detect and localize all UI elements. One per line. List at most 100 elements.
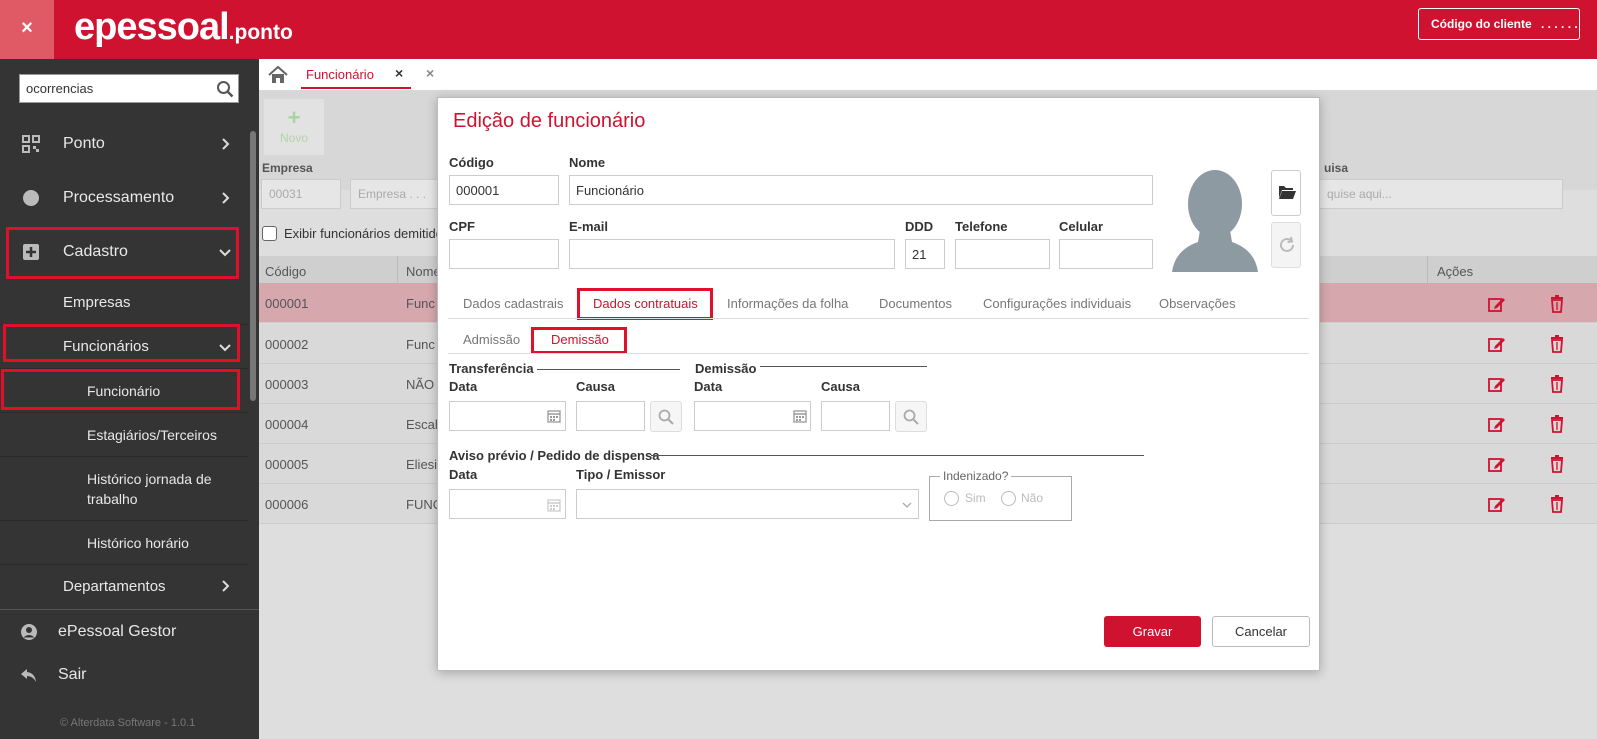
tab-informacoes-folha[interactable]: Informações da folha: [727, 296, 848, 311]
cell-nome: Escal: [406, 417, 438, 432]
highlight-funcionario: [1, 369, 240, 410]
tipo-emissor-select[interactable]: [576, 489, 919, 519]
qrcode-icon: [22, 135, 40, 153]
client-code-value: . . . . . .: [1541, 17, 1578, 31]
demissao-lookup-button[interactable]: [895, 401, 927, 432]
sidebar-item-historico-horario[interactable]: Histórico horário: [0, 521, 248, 565]
column-header-codigo[interactable]: Código: [265, 264, 306, 279]
sidebar-item-gestor[interactable]: ePessoal Gestor: [0, 612, 248, 652]
tab-underline: [301, 87, 411, 89]
cell-codigo: 000004: [265, 417, 309, 432]
new-label: Novo: [279, 131, 308, 145]
exibir-demitidos-label: Exibir funcionários demitido: [284, 226, 443, 241]
client-code-label: Código do cliente: [1431, 17, 1532, 31]
edit-icon[interactable]: [1488, 455, 1506, 473]
trash-icon[interactable]: [1548, 375, 1566, 393]
tab-configuracoes-individuais[interactable]: Configurações individuais: [983, 296, 1131, 311]
cell-codigo: 000005: [265, 457, 309, 472]
trash-icon[interactable]: [1548, 455, 1566, 473]
highlight-funcionarios: [3, 324, 240, 362]
edit-icon[interactable]: [1488, 335, 1506, 353]
sidebar-scroll-thumb[interactable]: [250, 131, 256, 401]
plus-icon: +: [287, 105, 301, 130]
sidebar-item-ponto[interactable]: Ponto: [0, 117, 248, 171]
tab-documentos[interactable]: Documentos: [879, 296, 952, 311]
empresa-name-field[interactable]: Empresa . . .: [350, 179, 440, 209]
calendar-icon[interactable]: [547, 409, 561, 423]
highlight-cadastro: [6, 227, 239, 279]
edit-icon[interactable]: [1488, 295, 1506, 313]
refresh-photo-button[interactable]: [1271, 222, 1301, 268]
tab-close-icon[interactable]: ×: [395, 65, 403, 81]
search-icon[interactable]: [216, 80, 234, 98]
email-field[interactable]: [569, 239, 895, 269]
sidebar-item-sair[interactable]: Sair: [0, 655, 248, 695]
calendar-icon[interactable]: [547, 498, 561, 512]
sidebar-item-processamento[interactable]: Processamento: [0, 171, 248, 225]
transferencia-lookup-button[interactable]: [650, 401, 682, 432]
trash-icon[interactable]: [1548, 335, 1566, 353]
demissao-causa-field[interactable]: [821, 401, 890, 431]
cell-codigo: 000001: [265, 296, 309, 311]
save-button[interactable]: Gravar: [1104, 616, 1201, 647]
edit-icon[interactable]: [1488, 495, 1506, 513]
divider: [0, 609, 259, 610]
trash-icon[interactable]: [1548, 495, 1566, 513]
section-divider: [760, 366, 927, 367]
sidebar-item-historico-jornada[interactable]: Histórico jornada de trabalho: [0, 457, 248, 521]
nome-field[interactable]: [569, 175, 1153, 205]
trash-icon[interactable]: [1548, 295, 1566, 313]
cpf-field[interactable]: [449, 239, 559, 269]
gestor-label: ePessoal Gestor: [58, 623, 177, 640]
cancel-button[interactable]: Cancelar: [1212, 616, 1310, 647]
sidebar-subitem-label: Departamentos: [63, 578, 166, 595]
chevron-right-icon: [222, 580, 230, 592]
transferencia-causa-field[interactable]: [576, 401, 645, 431]
sidebar-item-estagiarios[interactable]: Estagiários/Terceiros: [0, 413, 248, 457]
logo-sub: .ponto: [228, 21, 293, 44]
tab-observacoes[interactable]: Observações: [1159, 296, 1236, 311]
sidebar-item-label: Processamento: [63, 189, 175, 206]
telefone-field[interactable]: [955, 239, 1050, 269]
open-photo-button[interactable]: [1271, 170, 1301, 216]
ddd-field[interactable]: [905, 239, 945, 269]
sidebar-subitem-label: Empresas: [63, 294, 131, 311]
close-menu-button[interactable]: ×: [0, 0, 54, 59]
nao-radio[interactable]: [1001, 491, 1016, 506]
calendar-icon[interactable]: [793, 409, 807, 423]
column-header-nome[interactable]: Nome: [406, 264, 441, 279]
exibir-demitidos-checkbox[interactable]: [262, 226, 277, 241]
subtab-admissao[interactable]: Admissão: [463, 332, 520, 347]
edit-icon[interactable]: [1488, 375, 1506, 393]
ddd-label: DDD: [905, 219, 934, 234]
codigo-field[interactable]: [449, 175, 559, 205]
aviso-data-label: Data: [449, 467, 478, 482]
new-button[interactable]: + Novo: [264, 99, 324, 155]
tab-funcionario[interactable]: Funcionário: [306, 67, 374, 82]
sidebar-item-empresas[interactable]: Empresas: [0, 281, 248, 325]
home-icon[interactable]: [267, 65, 289, 85]
trash-icon[interactable]: [1548, 415, 1566, 433]
search-input[interactable]: [20, 75, 206, 102]
nao-label: Não: [1021, 491, 1044, 505]
celular-field[interactable]: [1059, 239, 1153, 269]
tabs-bar: Funcionário × ×: [259, 59, 1597, 90]
close-all-tabs-icon[interactable]: ×: [426, 65, 434, 81]
section-divider: [651, 455, 1144, 456]
email-label: E-mail: [569, 219, 609, 234]
edit-employee-modal: Edição de funcionário Código Nome CPF E-…: [437, 97, 1320, 671]
celular-label: Celular: [1059, 219, 1104, 234]
sim-label: Sim: [965, 491, 986, 505]
cell-nome: Func: [406, 337, 435, 352]
client-code-button[interactable]: Código do cliente . . . . . .: [1418, 8, 1580, 40]
sim-radio[interactable]: [944, 491, 959, 506]
highlight-tab-dados-contratuais: [577, 288, 713, 320]
tab-dados-cadastrais[interactable]: Dados cadastrais: [463, 296, 563, 311]
demissao-section-title: Demissão: [695, 361, 757, 376]
pesquisa-input[interactable]: quise aqui...: [1319, 179, 1563, 209]
edit-icon[interactable]: [1488, 415, 1506, 433]
app-logo: epessoal.ponto: [74, 6, 293, 49]
sidebar-item-departamentos[interactable]: Departamentos: [0, 565, 248, 607]
cell-codigo: 000003: [265, 377, 309, 392]
empresa-code-field[interactable]: 00031: [261, 179, 341, 209]
